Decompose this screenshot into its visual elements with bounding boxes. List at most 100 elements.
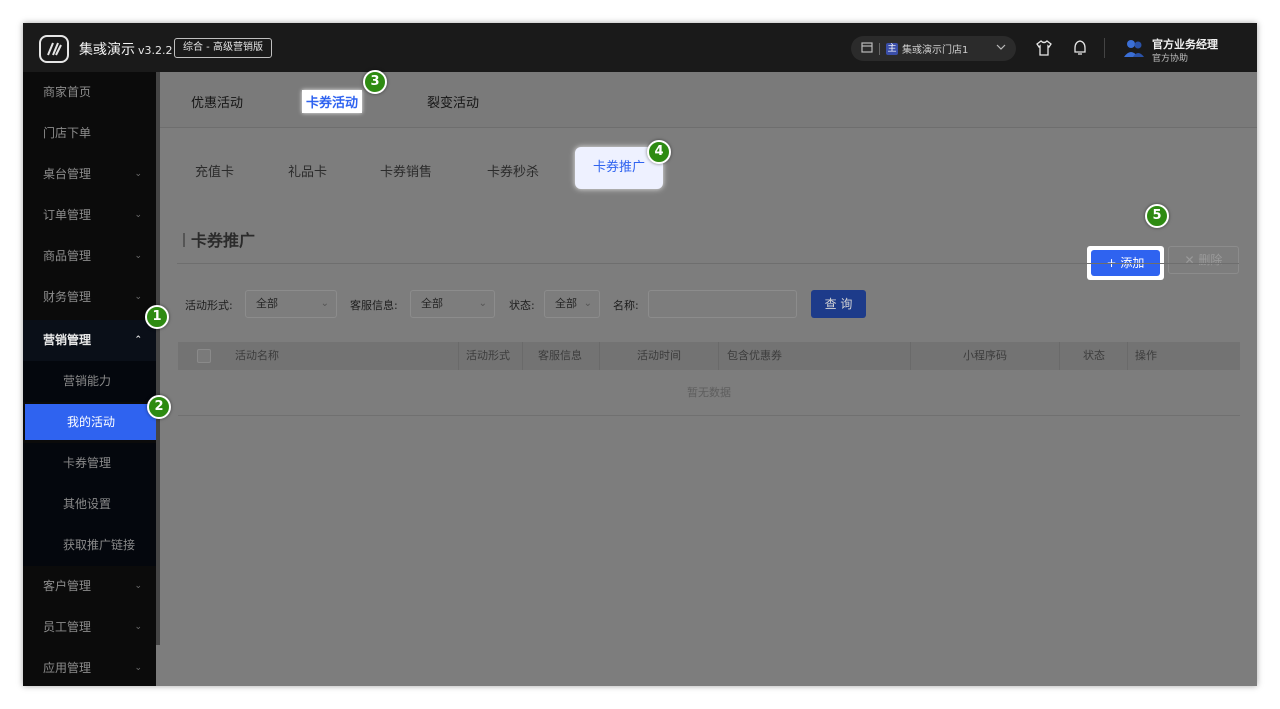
chevron-down-icon: ⌄	[478, 298, 487, 309]
name-label: 名称:	[613, 299, 639, 312]
sidebar-item-label: 员工管理	[43, 620, 92, 634]
tab-recharge-card[interactable]: 充值卡	[195, 161, 234, 180]
tab-gift-card[interactable]: 礼品卡	[288, 161, 327, 180]
close-icon: ✕	[1184, 253, 1199, 267]
sidebar-item-label: 商家首页	[43, 85, 92, 99]
sidebar-subitem-other-settings[interactable]: 其他设置	[23, 484, 156, 525]
sidebar-item-label: 门店下单	[43, 126, 92, 140]
brand-title: 集彧演示	[79, 42, 135, 58]
sidebar-item-products[interactable]: 商品管理 ⌄	[23, 236, 156, 277]
column-divider	[718, 342, 719, 370]
tab-coupon-activities[interactable]: 卡券活动	[302, 90, 363, 113]
store-icon	[861, 41, 873, 56]
sidebar-subitem-promo-link[interactable]: 获取推广链接	[23, 525, 156, 566]
store-tag: 主	[886, 42, 898, 55]
sidebar-subitem-coupon-management[interactable]: 卡券管理	[23, 443, 156, 484]
select-value: 全部	[421, 297, 443, 310]
title-bar	[183, 233, 185, 247]
column-header: 活动形式	[466, 349, 510, 362]
sidebar-subitem-marketing-ability[interactable]: 营销能力	[23, 361, 156, 402]
tab-fission-activities[interactable]: 裂变活动	[427, 92, 479, 111]
delete-button[interactable]: ✕ 删除	[1168, 246, 1239, 274]
divider	[1104, 38, 1105, 58]
column-header: 客服信息	[538, 349, 582, 362]
chevron-down-icon: ⌄	[320, 298, 329, 309]
select-value: 全部	[555, 297, 577, 310]
column-header: 状态	[1083, 349, 1105, 362]
select-all-checkbox[interactable]	[197, 349, 211, 363]
divider	[177, 263, 1239, 264]
sidebar-item-customers[interactable]: 客户管理 ⌄	[23, 566, 156, 607]
query-button[interactable]: 查 询	[811, 290, 866, 318]
column-header: 包含优惠券	[727, 349, 782, 362]
chevron-down-icon: ⌄	[134, 663, 142, 673]
sidebar-item-label: 我的活动	[67, 415, 116, 429]
store-name: 集彧演示门店1	[902, 45, 969, 56]
sidebar-subitem-my-activities[interactable]: 我的活动	[25, 404, 161, 440]
step-badge-3: 3	[363, 70, 387, 94]
column-divider	[599, 342, 600, 370]
chevron-down-icon: ⌄	[134, 210, 142, 220]
column-divider	[1127, 342, 1128, 370]
step-badge-2: 2	[147, 395, 171, 419]
chevron-up-icon: ⌃	[134, 335, 142, 345]
column-header: 操作	[1135, 349, 1157, 362]
step-badge-4: 4	[647, 140, 671, 164]
shirt-icon[interactable]	[1035, 39, 1053, 57]
status-select[interactable]: 全部 ⌄	[544, 290, 600, 318]
top-bar: 集彧演示 v3.2.2 综合 - 高级营销版 主 集彧演示门店1 官方业务经理 官…	[23, 23, 1257, 72]
section-title: 卡券推广	[183, 227, 255, 251]
user-name[interactable]: 官方业务经理	[1152, 36, 1218, 52]
sidebar-item-apps[interactable]: 应用管理 ⌄	[23, 648, 156, 686]
bell-icon[interactable]	[1071, 39, 1089, 57]
sidebar-item-label: 其他设置	[63, 497, 112, 511]
empty-state: 暂无数据	[178, 370, 1240, 416]
version-label: v3.2.2	[138, 44, 173, 57]
user-role: 官方协助	[1152, 54, 1189, 64]
tab-coupon-sales[interactable]: 卡券销售	[380, 161, 432, 180]
activity-form-label: 活动形式:	[185, 299, 233, 312]
sidebar-item-marketing[interactable]: 营销管理 ⌃	[23, 320, 156, 361]
sidebar-item-label: 客户管理	[43, 579, 92, 593]
column-divider	[458, 342, 459, 370]
chevron-down-icon: ⌄	[134, 622, 142, 632]
brand-name: 集彧演示 v3.2.2	[79, 39, 173, 59]
chevron-down-icon: ⌄	[583, 298, 592, 309]
app-window: 集彧演示 v3.2.2 综合 - 高级营销版 主 集彧演示门店1 官方业务经理 官…	[23, 23, 1257, 686]
service-info-select[interactable]: 全部 ⌄	[410, 290, 495, 318]
sidebar-item-label: 营销管理	[43, 333, 92, 347]
column-divider	[522, 342, 523, 370]
sidebar-item-label: 财务管理	[43, 290, 92, 304]
tab-coupon-flash-sale[interactable]: 卡券秒杀	[487, 161, 539, 180]
sidebar-item-staff[interactable]: 员工管理 ⌄	[23, 607, 156, 648]
sidebar-item-tables[interactable]: 桌台管理 ⌄	[23, 154, 156, 195]
column-header: 活动名称	[235, 349, 279, 362]
table-header: 活动名称 活动形式 客服信息 活动时间 包含优惠券 小程序码 状态 操作	[178, 342, 1240, 370]
top-tabs: 优惠活动 卡券活动 裂变活动	[160, 72, 1257, 128]
sidebar-item-label: 营销能力	[63, 374, 112, 388]
service-info-label: 客服信息:	[350, 299, 398, 312]
sidebar-item-home[interactable]: 商家首页	[23, 72, 156, 113]
sidebar-item-store-order[interactable]: 门店下单	[23, 113, 156, 154]
divider	[879, 42, 880, 55]
store-selector[interactable]: 主 集彧演示门店1	[851, 36, 1016, 61]
tab-discount-activities[interactable]: 优惠活动	[191, 92, 243, 111]
sidebar-item-finance[interactable]: 财务管理 ⌄	[23, 277, 156, 318]
sidebar-item-orders[interactable]: 订单管理 ⌄	[23, 195, 156, 236]
logo-icon	[39, 35, 69, 63]
sidebar: 商家首页 门店下单 桌台管理 ⌄ 订单管理 ⌄ 商品管理 ⌄ 财务管理 ⌄ 营销管理 ⌃ …	[23, 72, 161, 686]
sidebar-item-label: 卡券管理	[63, 456, 112, 470]
user-avatar-icon[interactable]	[1123, 38, 1145, 58]
section-title-text: 卡券推广	[191, 231, 256, 250]
activity-form-select[interactable]: 全部 ⌄	[245, 290, 337, 318]
chevron-down-icon: ⌄	[134, 581, 142, 591]
name-input[interactable]	[648, 290, 797, 318]
column-header: 活动时间	[637, 349, 681, 362]
step-badge-5: 5	[1145, 204, 1169, 228]
status-label: 状态:	[509, 299, 535, 312]
chevron-down-icon: ⌄	[134, 251, 142, 261]
chevron-down-icon: ⌄	[134, 292, 142, 302]
column-divider	[910, 342, 911, 370]
sidebar-item-label: 订单管理	[43, 208, 92, 222]
sidebar-item-label: 获取推广链接	[63, 538, 136, 552]
